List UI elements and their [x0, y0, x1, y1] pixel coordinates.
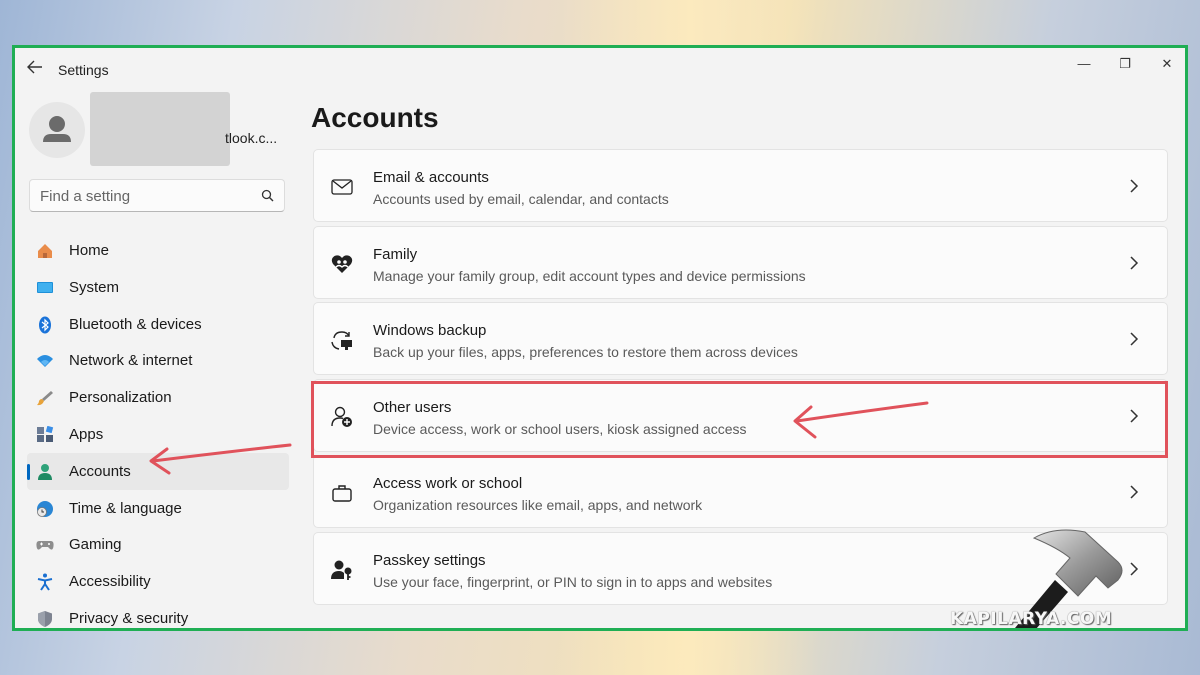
close-button[interactable]: ✕ — [1152, 54, 1182, 78]
sidebar-item-gaming[interactable]: Gaming — [27, 526, 289, 563]
page-title: Accounts — [311, 102, 439, 133]
card-description: Organization resources like email, apps,… — [373, 497, 703, 513]
card-title: Family — [373, 245, 418, 263]
chevron-right-icon — [1130, 179, 1139, 193]
person-silhouette-icon — [43, 116, 71, 142]
card-description: Use your face, fingerprint, or PIN to si… — [373, 573, 773, 590]
sidebar-item-bluetooth[interactable]: Bluetooth & devices — [27, 306, 289, 343]
sidebar-item-network[interactable]: Network & internet — [27, 342, 289, 379]
sidebar-item-label: Privacy & security — [69, 609, 189, 627]
wifi-icon — [37, 355, 53, 368]
avatar[interactable] — [29, 102, 85, 158]
card-description: Manage your family group, edit account t… — [373, 267, 806, 284]
passkey-icon — [331, 560, 352, 580]
brush-icon — [37, 391, 53, 406]
shield-icon — [38, 610, 52, 627]
watermark: KAPILARYA.COM — [950, 609, 1113, 629]
sidebar-item-label: Time & language — [69, 499, 182, 517]
sidebar-item-label: Accessibility — [69, 573, 151, 591]
accessibility-icon — [37, 573, 53, 591]
search-placeholder: Find a setting — [40, 188, 131, 205]
briefcase-icon — [332, 485, 352, 502]
card-description: Accounts used by email, calendar, and co… — [373, 191, 669, 207]
sidebar-item-label: System — [69, 278, 120, 296]
chevron-right-icon — [1130, 255, 1139, 270]
back-arrow-icon[interactable] — [27, 60, 45, 76]
profile-email: tlook.c... — [225, 130, 278, 146]
sidebar-item-label: Gaming — [69, 536, 122, 554]
card-description: Device access, work or school users, kio… — [373, 420, 747, 437]
minimize-button[interactable]: — — [1069, 54, 1099, 78]
monitor-icon — [37, 281, 53, 293]
sidebar-item-system[interactable]: System — [27, 269, 289, 306]
app-title: Settings — [58, 62, 109, 78]
card-email-accounts[interactable]: Email & accounts Accounts used by email,… — [313, 149, 1168, 222]
maximize-button[interactable]: ❐ — [1110, 54, 1140, 78]
sidebar-item-label: Apps — [69, 425, 104, 443]
card-description: Back up your files, apps, preferences to… — [373, 344, 798, 360]
chevron-right-icon — [1130, 485, 1139, 499]
sidebar-nav: Home System Bluetooth & devices Network … — [27, 232, 289, 628]
card-title: Access work or school — [373, 475, 523, 492]
chevron-right-icon — [1130, 332, 1139, 346]
family-heart-icon — [331, 254, 353, 273]
sidebar-item-personalization[interactable]: Personalization — [27, 379, 289, 416]
active-indicator — [27, 463, 30, 480]
sidebar-item-apps[interactable]: Apps — [27, 416, 289, 453]
card-windows-backup[interactable]: Windows backup Back up your files, apps,… — [313, 302, 1168, 375]
sidebar-item-home[interactable]: Home — [27, 232, 289, 269]
search-icon — [261, 189, 274, 202]
card-title: Other users — [373, 398, 452, 416]
sidebar-item-label: Personalization — [69, 389, 172, 407]
card-title: Windows backup — [373, 322, 487, 339]
bluetooth-icon — [39, 316, 51, 334]
person-icon — [38, 463, 52, 480]
sidebar-item-label: Accounts — [69, 462, 131, 480]
sidebar-item-privacy[interactable]: Privacy & security — [27, 600, 289, 628]
sidebar-item-label: Home — [69, 242, 110, 259]
chevron-right-icon — [1130, 408, 1139, 423]
card-title: Email & accounts — [373, 169, 489, 186]
sidebar-item-accounts[interactable]: Accounts — [27, 452, 289, 490]
card-title: Passkey settings — [373, 551, 486, 569]
settings-window: Settings — ❐ ✕ tlook.c... Find a setting… — [12, 45, 1188, 631]
card-other-users[interactable]: Other users Device access, work or schoo… — [313, 378, 1168, 452]
sidebar-item-label: Network & internet — [69, 352, 193, 370]
add-user-icon — [331, 406, 352, 427]
blurred-profile-name — [90, 92, 230, 166]
title-bar: Settings — ❐ ✕ — [15, 48, 1185, 88]
backup-icon — [331, 331, 352, 350]
gamepad-icon — [36, 541, 54, 550]
card-family[interactable]: Family Manage your family group, edit ac… — [313, 225, 1168, 299]
mail-icon — [331, 179, 353, 195]
home-icon — [38, 244, 52, 258]
search-input[interactable]: Find a setting — [29, 179, 285, 212]
sidebar-item-time-language[interactable]: Time & language — [27, 490, 289, 527]
sidebar-item-accessibility[interactable]: Accessibility — [27, 563, 289, 600]
sidebar-item-label: Bluetooth & devices — [69, 315, 202, 333]
globe-clock-icon — [37, 500, 53, 517]
apps-icon — [37, 425, 54, 442]
